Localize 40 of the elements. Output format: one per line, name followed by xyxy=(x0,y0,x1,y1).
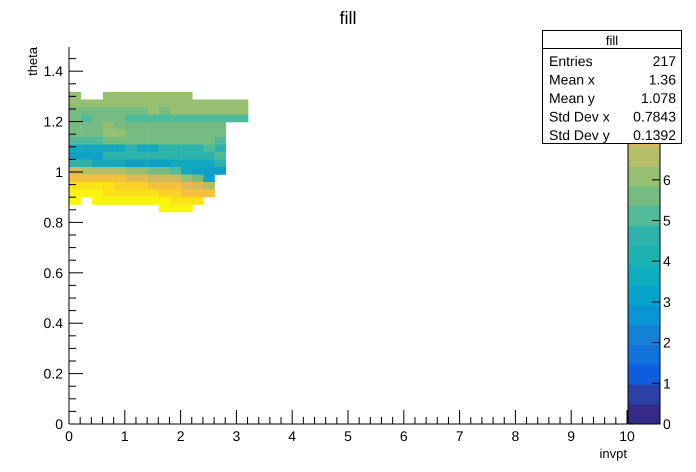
color-scale-label: 0 xyxy=(663,416,671,432)
y-tick-label: 0 xyxy=(55,416,63,432)
color-scale-label: 4 xyxy=(663,253,671,270)
x-tick-label: 6 xyxy=(400,428,408,444)
color-scale-label: 1 xyxy=(663,375,671,392)
x-tick-label: 1 xyxy=(120,428,129,444)
stats-value: 0.7843 xyxy=(633,108,676,124)
x-axis-title: invpt xyxy=(600,446,627,461)
y-tick-label: 0.4 xyxy=(44,315,63,332)
x-tick-label: 3 xyxy=(232,428,240,444)
y-tick-label: 0.8 xyxy=(44,214,63,230)
stats-value: 1.36 xyxy=(648,72,676,88)
x-tick-label: 0 xyxy=(65,428,73,444)
y-tick-label: 0.2 xyxy=(44,366,63,382)
color-scale-label: 5 xyxy=(663,212,671,228)
x-tick-label: 10 xyxy=(619,428,635,444)
stats-label: Mean x xyxy=(549,72,595,88)
plot-title: fill xyxy=(340,8,356,28)
x-tick-label: 7 xyxy=(456,428,464,444)
y-axis-title: theta xyxy=(25,47,40,76)
color-scale-label: 3 xyxy=(663,294,671,310)
color-scale-label: 2 xyxy=(663,334,671,351)
stats-value: 217 xyxy=(652,53,676,69)
x-tick-label: 8 xyxy=(512,428,520,444)
stats-label: Mean y xyxy=(549,90,595,106)
stats-label: Entries xyxy=(549,53,593,69)
x-tick-label: 5 xyxy=(344,428,352,444)
y-tick-label: 1.2 xyxy=(44,114,63,130)
x-tick-label: 2 xyxy=(176,428,184,444)
stats-label: Std Dev y xyxy=(549,127,610,143)
color-scale-label: 6 xyxy=(663,172,671,188)
y-tick-label: 1 xyxy=(55,164,63,180)
stats-value: 0.1392 xyxy=(633,127,676,143)
stats-value: 1.078 xyxy=(640,90,676,106)
y-tick-label: 1.4 xyxy=(44,63,63,80)
x-tick-label: 4 xyxy=(288,428,296,444)
x-tick-label: 9 xyxy=(567,428,576,444)
y-tick-label: 0.6 xyxy=(44,264,63,281)
stats-label: Std Dev x xyxy=(549,108,610,124)
stats-title: fill xyxy=(606,33,618,48)
